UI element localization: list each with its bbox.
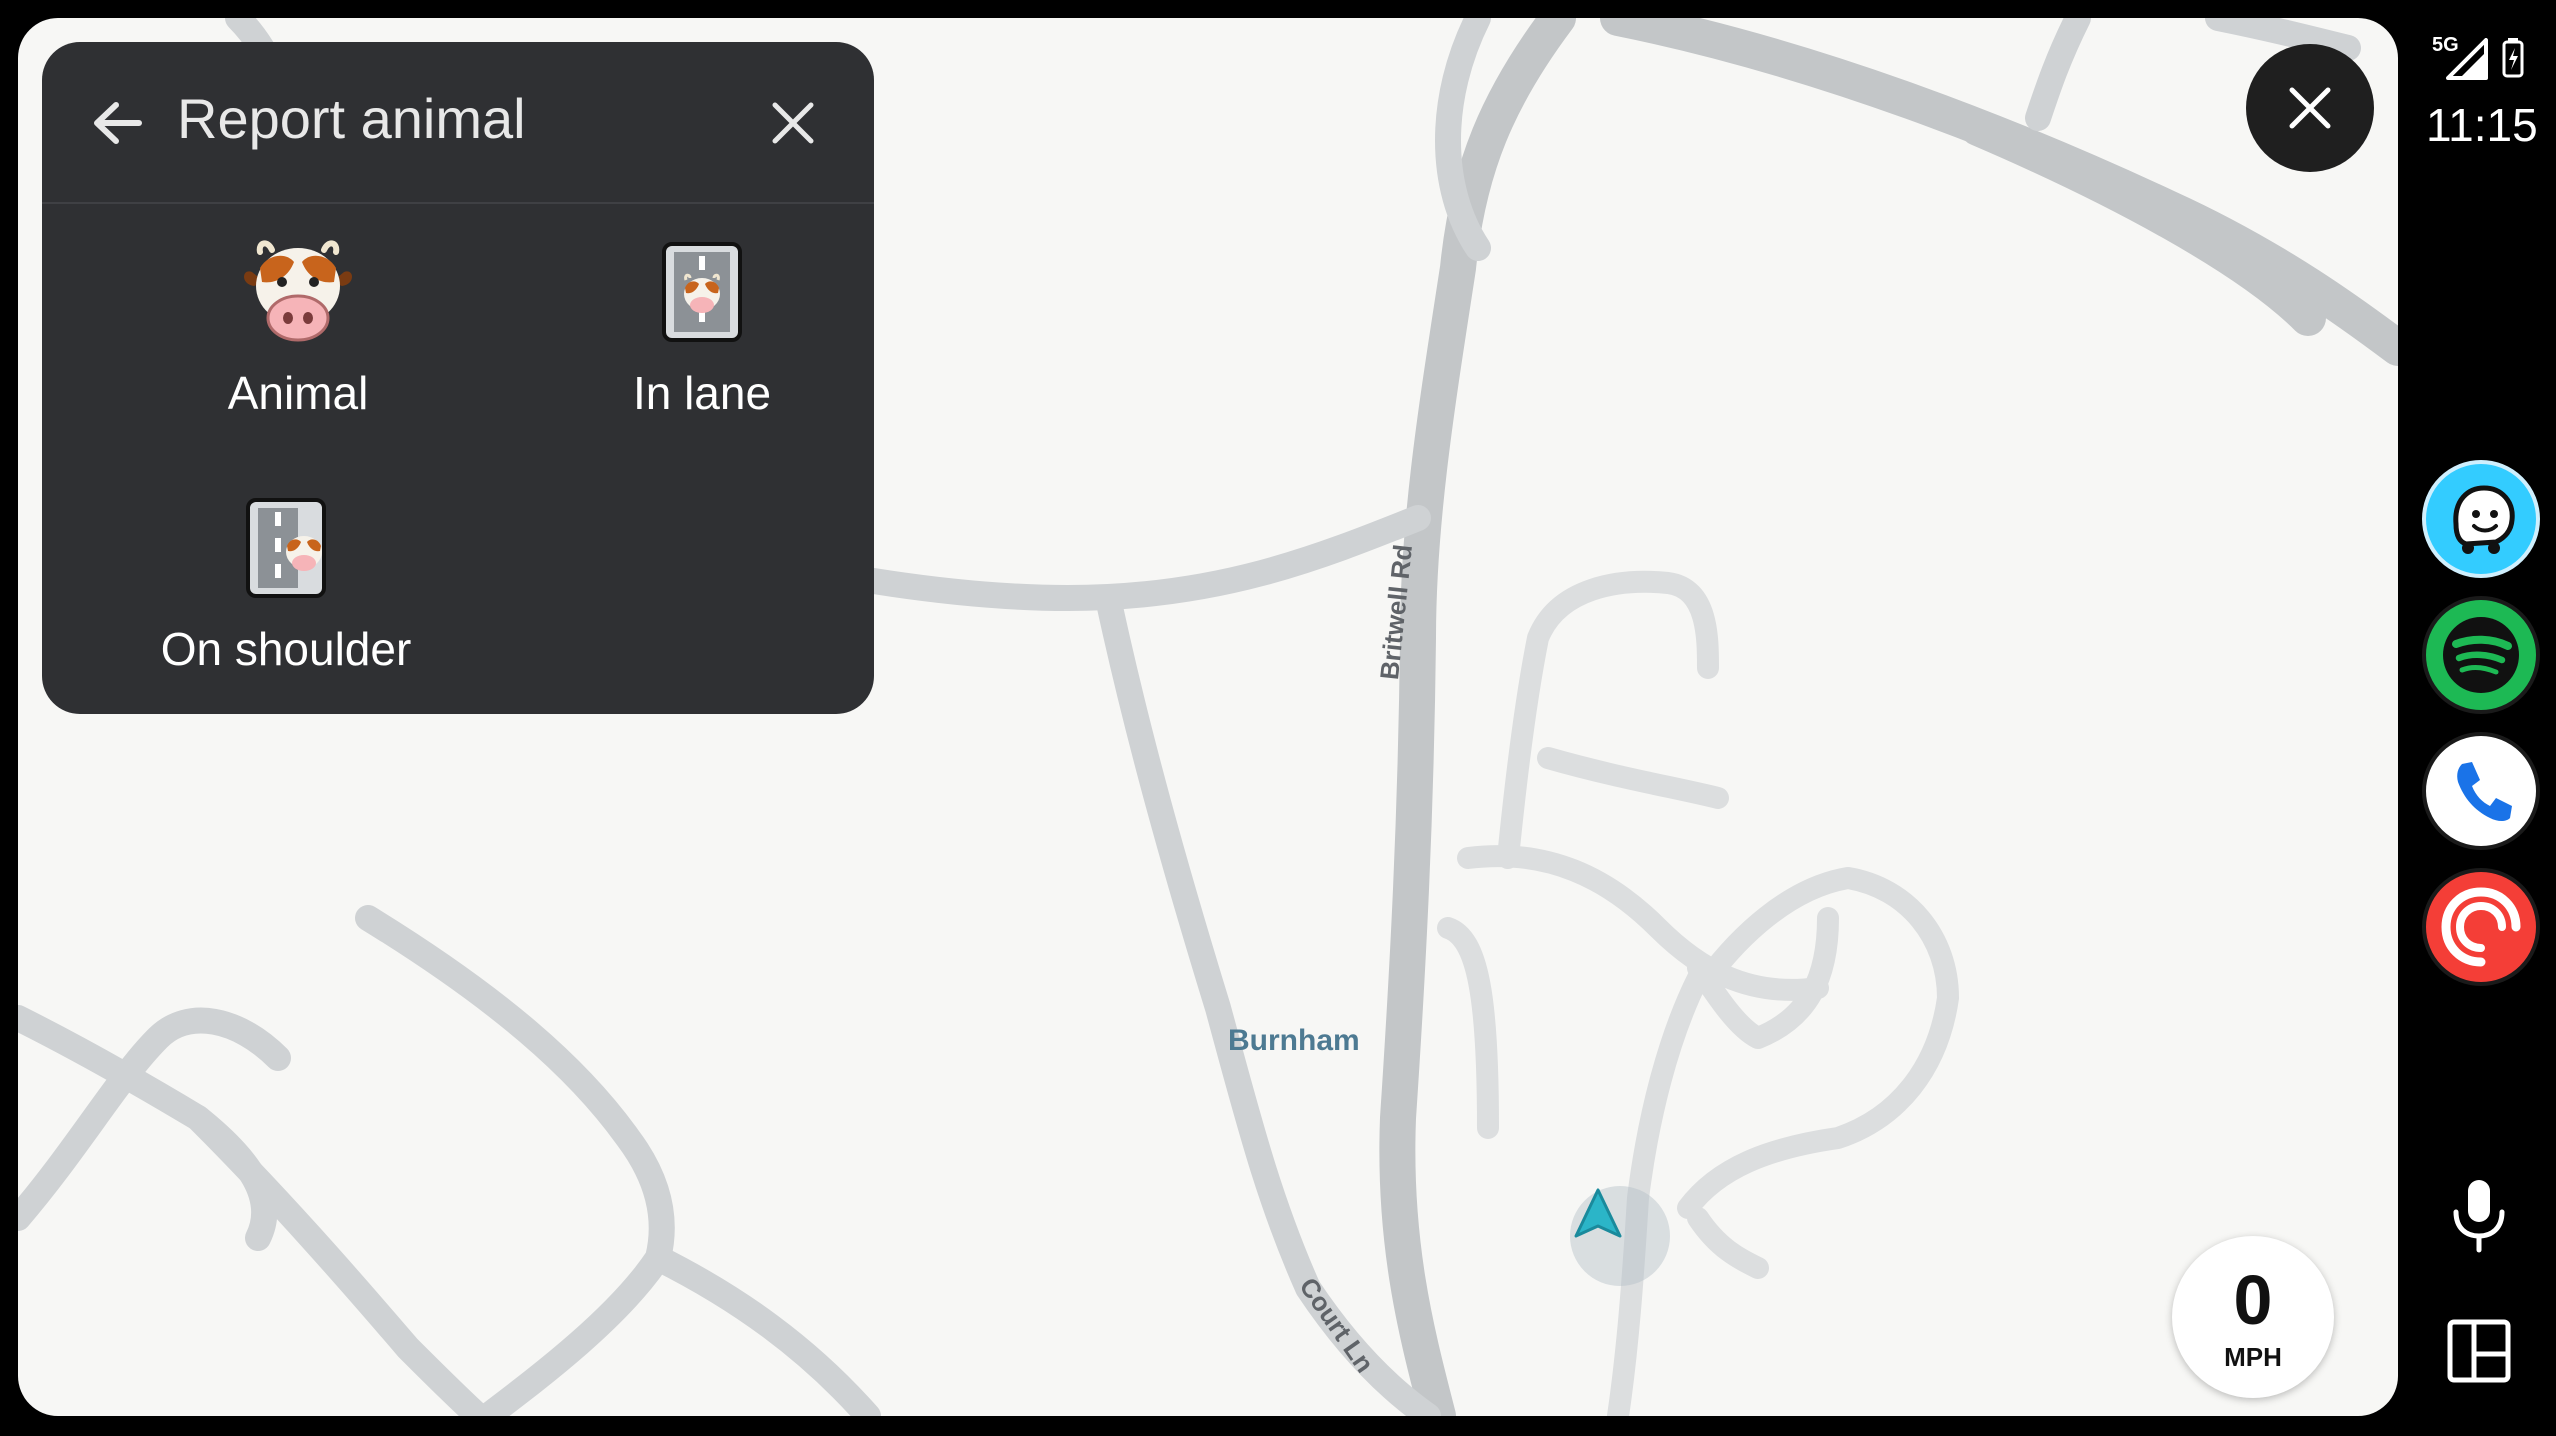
battery-icon [2502, 38, 2524, 78]
dashboard-button[interactable] [2444, 1316, 2514, 1386]
signal-icon [2446, 38, 2488, 80]
microphone-button[interactable] [2444, 1176, 2514, 1256]
spotify-app-button[interactable] [2422, 596, 2540, 714]
status-bar: 5G [2432, 34, 2532, 84]
pocket-casts-app-button[interactable] [2422, 868, 2540, 986]
waze-app-button[interactable] [2422, 460, 2540, 578]
option-label: Animal [227, 367, 369, 419]
waze-icon [2453, 485, 2515, 554]
option-in-lane[interactable]: In lane [552, 238, 852, 458]
option-on-shoulder[interactable]: On shoulder [136, 494, 436, 714]
panel-header: Report animal [42, 42, 874, 204]
navigation-arrow-icon [1574, 1188, 1622, 1238]
speed-value: 0 [2233, 1261, 2273, 1339]
phone-icon [2457, 762, 2512, 821]
option-label: In lane [632, 367, 772, 419]
current-position-marker [1570, 1186, 1670, 1286]
microphone-icon [2453, 1180, 2505, 1253]
phone-app-button[interactable] [2422, 732, 2540, 850]
back-button[interactable] [82, 88, 152, 158]
option-label: On shoulder [160, 623, 412, 675]
clock: 11:15 [2426, 99, 2538, 151]
close-map-button[interactable] [2246, 44, 2374, 172]
panel-title: Report animal [177, 87, 526, 150]
pocket-casts-icon [2441, 887, 2521, 967]
cow-icon [244, 240, 352, 342]
close-icon [2289, 87, 2331, 129]
dashboard-icon [2447, 1319, 2511, 1383]
place-label: Burnham [1228, 1024, 1360, 1057]
spotify-icon [2443, 617, 2519, 693]
back-arrow-icon [94, 102, 142, 144]
report-animal-panel: Report animal Animal In lane On shoulder [42, 42, 874, 714]
panel-close-button[interactable] [758, 88, 828, 158]
speed-unit: MPH [2224, 1342, 2282, 1372]
close-icon [772, 102, 814, 144]
animal-in-lane-icon [662, 242, 742, 342]
option-animal[interactable]: Animal [148, 238, 448, 458]
animal-on-shoulder-icon [246, 498, 326, 598]
speedometer: 0 MPH [2172, 1236, 2334, 1398]
